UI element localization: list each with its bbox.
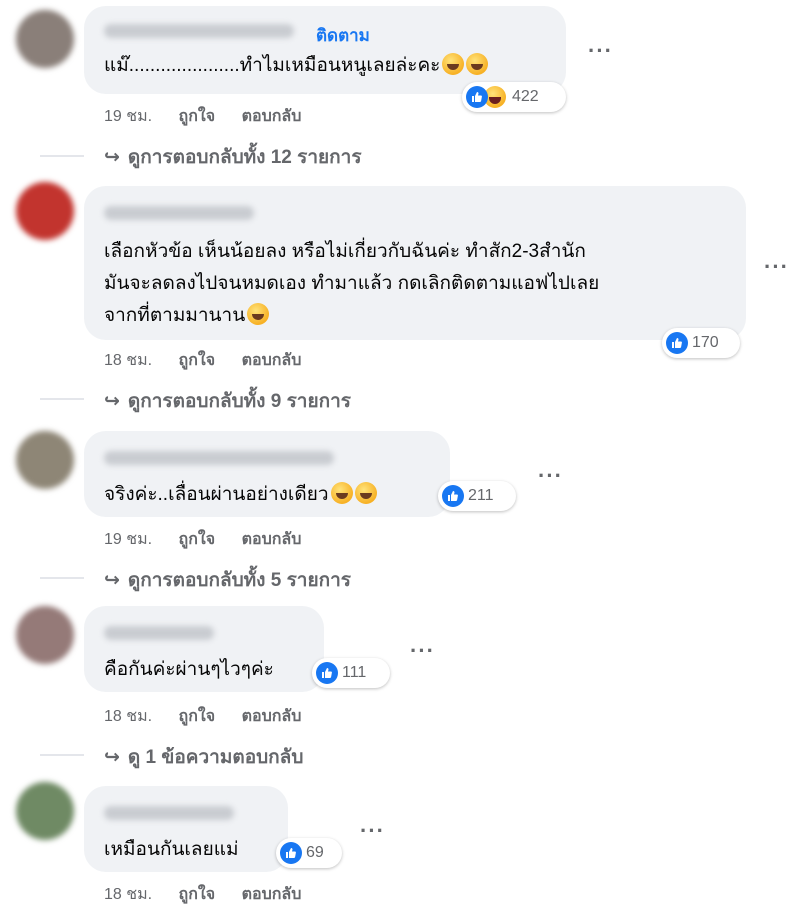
reaction-count: 111 <box>342 664 367 681</box>
comment-bubble: เหมือนกันเลยแม่ <box>84 786 288 872</box>
author-name[interactable] <box>104 806 234 820</box>
comment-3: จริงค่ะ..เลื่อนผ่านอย่างเดียว 211 ··· 19… <box>0 425 800 600</box>
timestamp[interactable]: 18 ชม. <box>104 352 152 369</box>
author-name[interactable] <box>104 206 254 220</box>
comment-actions: 19 ชม. ถูกใจ ตอบกลับ <box>104 527 323 552</box>
avatar[interactable] <box>16 782 74 840</box>
more-options-icon[interactable]: ··· <box>588 38 613 64</box>
reaction-count: 211 <box>468 487 494 504</box>
avatar[interactable] <box>16 431 74 489</box>
reaction-summary[interactable]: 422 <box>462 82 566 112</box>
reply-link[interactable]: ตอบกลับ <box>242 352 302 369</box>
like-icon <box>466 86 488 108</box>
laughing-emoji <box>466 53 489 75</box>
follow-button[interactable]: ติดตาม <box>316 22 370 49</box>
avatar[interactable] <box>16 10 74 68</box>
reply-link[interactable]: ตอบกลับ <box>242 886 302 903</box>
thread-line <box>40 577 84 579</box>
like-icon <box>316 662 338 684</box>
comment-actions: 19 ชม. ถูกใจ ตอบกลับ <box>104 104 323 129</box>
like-link[interactable]: ถูกใจ <box>179 108 216 125</box>
comment-text: คือกันค่ะผ่านๆไวๆค่ะ <box>104 659 274 680</box>
like-link[interactable]: ถูกใจ <box>179 352 216 369</box>
author-name[interactable] <box>104 451 334 465</box>
thread-line <box>40 155 84 157</box>
like-link[interactable]: ถูกใจ <box>179 531 216 548</box>
reaction-summary[interactable]: 111 <box>312 658 390 688</box>
timestamp[interactable]: 19 ชม. <box>104 108 152 125</box>
thread-line <box>40 754 84 756</box>
like-link[interactable]: ถูกใจ <box>179 886 216 903</box>
reaction-count: 170 <box>692 334 719 351</box>
reaction-summary[interactable]: 170 <box>662 328 740 358</box>
more-options-icon[interactable]: ··· <box>410 638 435 664</box>
more-options-icon[interactable]: ··· <box>764 254 789 280</box>
author-name[interactable] <box>104 626 214 640</box>
comment-5: เหมือนกันเลยแม่ 69 ··· 18 ชม. ถูกใจ ตอบก… <box>0 780 800 905</box>
comment-actions: 18 ชม. ถูกใจ ตอบกลับ <box>104 882 323 907</box>
reply-link[interactable]: ตอบกลับ <box>242 708 302 725</box>
comment-actions: 18 ชม. ถูกใจ ตอบกลับ <box>104 348 323 373</box>
comment-2: เลือกหัวข้อ เห็นน้อยลง หรือไม่เกี่ยวกับฉ… <box>0 180 800 420</box>
comment-actions: 18 ชม. ถูกใจ ตอบกลับ <box>104 704 323 729</box>
grin-emoji <box>442 53 465 75</box>
comment-4: คือกันค่ะผ่านๆไวๆค่ะ 111 ··· 18 ชม. ถูกใ… <box>0 600 800 775</box>
comment-text: เลือกหัวข้อ เห็นน้อยลง หรือไม่เกี่ยวกับฉ… <box>104 241 600 326</box>
grin-emoji <box>330 482 353 504</box>
comment-1: ติดตาม แม๊.....................ทำไมเหมือ… <box>0 0 800 175</box>
like-icon <box>280 842 302 864</box>
comment-text: แม๊.....................ทำไมเหมือนหนูเลย… <box>104 50 489 82</box>
view-replies-link[interactable]: ↪ ดูการตอบกลับทั้ง 9 รายการ <box>104 386 351 416</box>
view-replies-link[interactable]: ↪ ดูการตอบกลับทั้ง 5 รายการ <box>104 565 351 595</box>
reaction-count: 422 <box>512 88 539 105</box>
comment-text: จริงค่ะ..เลื่อนผ่านอย่างเดียว <box>104 479 377 511</box>
more-options-icon[interactable]: ··· <box>360 818 385 844</box>
reaction-summary[interactable]: 69 <box>276 838 342 868</box>
view-replies-link[interactable]: ↪ ดู 1 ข้อความตอบกลับ <box>104 742 303 772</box>
more-options-icon[interactable]: ··· <box>538 463 563 489</box>
like-link[interactable]: ถูกใจ <box>179 708 216 725</box>
timestamp[interactable]: 18 ชม. <box>104 708 152 725</box>
reply-arrow-icon: ↪ <box>104 747 120 768</box>
reply-arrow-icon: ↪ <box>104 391 120 412</box>
avatar[interactable] <box>16 182 74 240</box>
reply-link[interactable]: ตอบกลับ <box>242 531 302 548</box>
comment-bubble: คือกันค่ะผ่านๆไวๆค่ะ <box>84 606 324 692</box>
avatar[interactable] <box>16 606 74 664</box>
grin-emoji <box>354 482 377 504</box>
reply-arrow-icon: ↪ <box>104 570 120 591</box>
view-replies-link[interactable]: ↪ ดูการตอบกลับทั้ง 12 รายการ <box>104 142 362 172</box>
grin-emoji <box>247 303 270 325</box>
comment-text: เหมือนกันเลยแม่ <box>104 839 239 860</box>
reaction-summary[interactable]: 211 <box>438 481 516 511</box>
reaction-count: 69 <box>306 844 324 861</box>
comment-bubble: จริงค่ะ..เลื่อนผ่านอย่างเดียว <box>84 431 450 517</box>
reply-arrow-icon: ↪ <box>104 147 120 168</box>
like-icon <box>666 332 688 354</box>
thread-line <box>40 398 84 400</box>
author-name[interactable] <box>104 24 294 38</box>
comment-bubble: เลือกหัวข้อ เห็นน้อยลง หรือไม่เกี่ยวกับฉ… <box>84 186 746 340</box>
timestamp[interactable]: 19 ชม. <box>104 531 152 548</box>
comment-bubble: ติดตาม แม๊.....................ทำไมเหมือ… <box>84 6 566 94</box>
reply-link[interactable]: ตอบกลับ <box>242 108 302 125</box>
like-icon <box>442 485 464 507</box>
timestamp[interactable]: 18 ชม. <box>104 886 152 903</box>
